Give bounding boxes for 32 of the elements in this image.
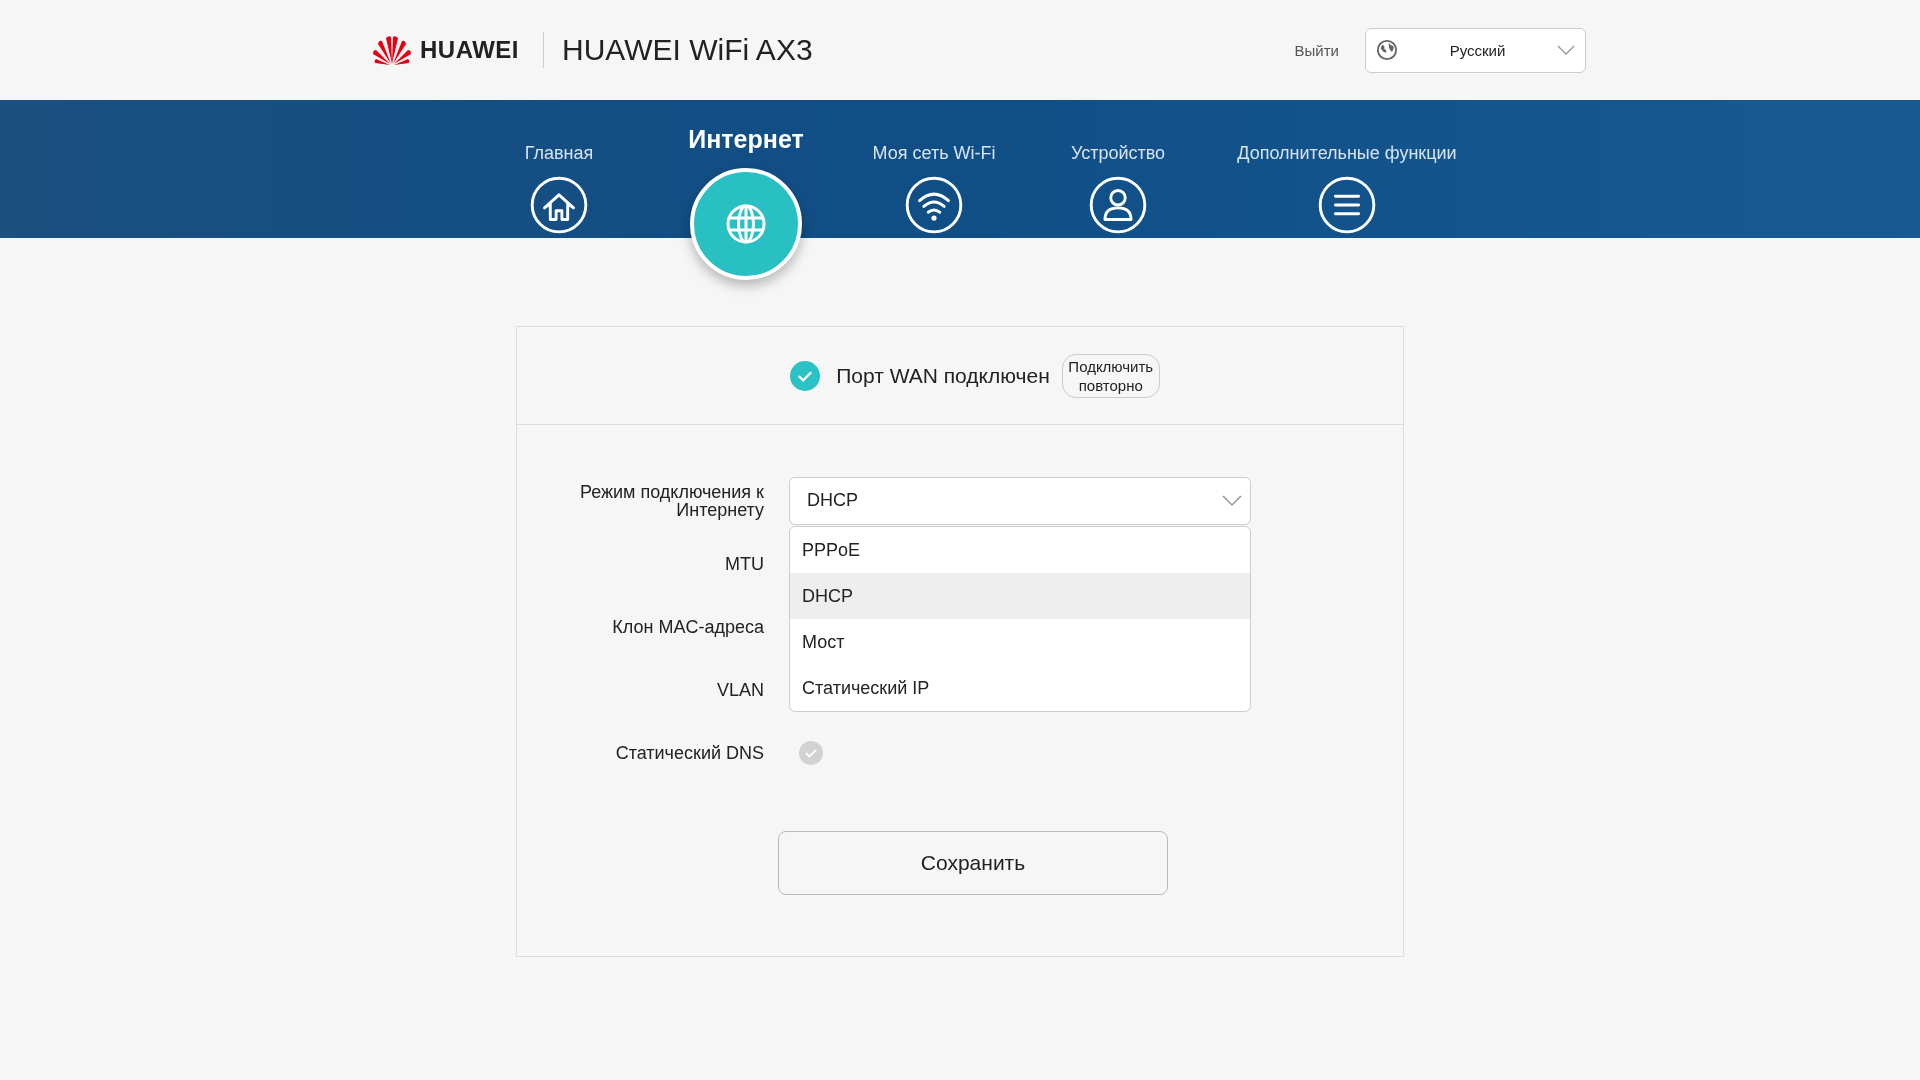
dropdown-option[interactable]: Статический IP — [790, 664, 1250, 711]
brand-name: HUAWEI — [420, 36, 519, 64]
language-select[interactable]: Русский — [1365, 27, 1586, 73]
field-label: Клон MAC-адреса — [611, 617, 764, 636]
nav-tab[interactable]: Главная — [524, 142, 594, 164]
connection-mode-select[interactable]: DHCP — [789, 476, 1251, 525]
checkbox-icon[interactable] — [799, 740, 823, 765]
logout-link[interactable]: Выйти — [1294, 41, 1339, 59]
nav-tab[interactable]: Устройство — [1070, 142, 1166, 164]
wifi-icon[interactable] — [905, 176, 963, 234]
field-label: Режим подключения к Интернету — [578, 482, 764, 519]
nav-tab[interactable]: Моя сеть Wi-Fi — [872, 142, 996, 164]
product-title: HUAWEI WiFi AX3 — [562, 33, 813, 67]
field-label: MTU — [724, 554, 764, 573]
dropdown-option[interactable]: Мост — [790, 618, 1250, 665]
chevron-down-icon — [1222, 494, 1242, 507]
person-icon[interactable] — [1089, 176, 1147, 234]
home-icon[interactable] — [530, 176, 588, 234]
nav-tab[interactable]: Дополнительные функции — [1237, 142, 1457, 164]
dropdown-option[interactable]: DHCP — [790, 572, 1250, 619]
globe-icon[interactable] — [690, 168, 802, 280]
nav-tab[interactable]: Интернет — [688, 124, 804, 154]
field-label: Статический DNS — [614, 743, 764, 762]
field-label: VLAN — [715, 680, 764, 699]
flower-logo-icon — [372, 34, 412, 66]
menu-icon[interactable] — [1318, 176, 1376, 234]
dropdown-option[interactable]: PPPoE — [790, 526, 1250, 573]
chevron-down-icon — [1557, 44, 1575, 56]
save-button[interactable]: Сохранить — [778, 831, 1168, 895]
status-text: Порт WAN подключен — [836, 363, 1050, 388]
reconnect-button[interactable]: Подключить повторно — [1061, 353, 1160, 398]
globe-icon — [1376, 39, 1398, 61]
